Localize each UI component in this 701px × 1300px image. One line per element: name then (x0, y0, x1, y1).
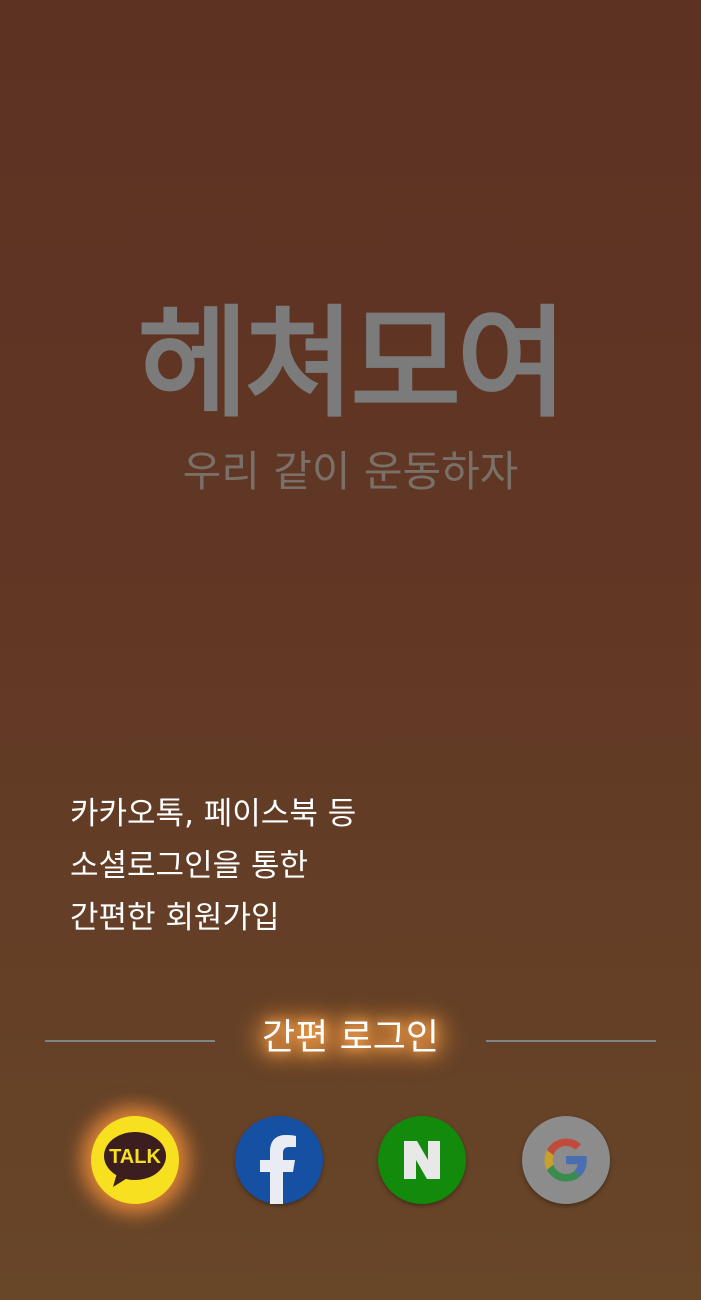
facebook-login-button[interactable] (235, 1116, 323, 1204)
google-login-button[interactable] (522, 1116, 610, 1204)
slogan: 우리 같이 운동하자 (182, 447, 519, 496)
easy-login-text: 간편 로그인 (261, 1017, 440, 1058)
intro-line: 카카오톡, 페이스북 등 (70, 796, 357, 832)
divider-right (486, 1040, 656, 1042)
naver-icon (404, 1141, 440, 1179)
intro-description: 카카오톡, 페이스북 등 소셜로그인을 통한 간편한 회원가입 (70, 788, 356, 944)
facebook-icon (260, 1135, 296, 1204)
intro-line: 간편한 회원가입 (70, 900, 280, 936)
naver-login-button[interactable] (378, 1116, 466, 1204)
kakao-talk-text: TALK (109, 1146, 161, 1168)
brand-title: 헤쳐모여 (137, 295, 568, 434)
easy-login-label: 간편 로그인 (240, 1012, 461, 1064)
google-icon (544, 1138, 587, 1182)
divider-left (45, 1040, 215, 1042)
kakao-talk-icon: TALK (104, 1132, 166, 1187)
intro-line: 소셜로그인을 통한 (70, 848, 309, 884)
kakao-login-button[interactable]: TALK (91, 1116, 179, 1204)
